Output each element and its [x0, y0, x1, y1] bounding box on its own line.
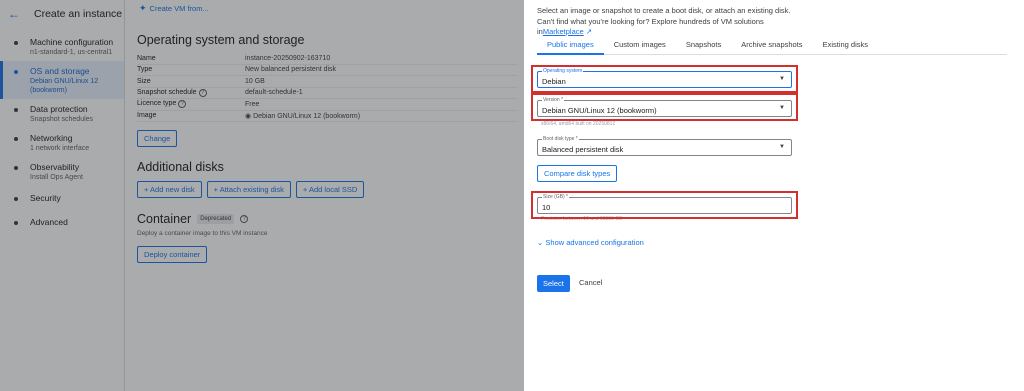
container-header: Container Deprecated ? [137, 212, 249, 226]
change-button[interactable]: Change [137, 130, 178, 147]
step-advanced[interactable]: Advanced [0, 210, 124, 234]
row-key: Type [137, 66, 153, 74]
sidebar-header: ← Create an instance [0, 0, 124, 28]
page-title: Create an instance [34, 8, 123, 20]
row-value: ◉ Debian GNU/Linux 12 (bookworm) [245, 112, 360, 120]
debian-logo-icon: ◉ [245, 112, 252, 120]
step-label: OS and storage [30, 66, 90, 76]
step-label: Data protection [30, 104, 88, 114]
image-tabs: Public images Custom images Snapshots Ar… [537, 37, 1007, 55]
table-row: Type New balanced persistent disk [137, 65, 517, 76]
create-vm-from-button[interactable]: ✦ Create VM from... [125, 0, 524, 16]
step-dot-icon [14, 166, 18, 170]
row-value: 10 GB [245, 77, 265, 85]
show-advanced-toggle[interactable]: ⌄ Show advanced configuration [537, 238, 644, 247]
dropdown-arrow-icon: ▼ [779, 144, 785, 150]
main-content: ✦ Create VM from... Operating system and… [125, 0, 524, 391]
container-description: Deploy a container image to this VM inst… [137, 230, 268, 237]
highlight-box [531, 93, 798, 121]
container-title: Container [137, 212, 192, 226]
additional-disks-title: Additional disks [137, 160, 224, 174]
step-dot-icon [14, 221, 18, 225]
row-key: Name [137, 54, 156, 62]
step-security[interactable]: Security [0, 186, 124, 210]
sparkle-plus-icon: ✦ [139, 2, 147, 13]
os-storage-table: Name instance-20250902-163710 Type New b… [137, 53, 517, 122]
boot-disk-type-select[interactable]: Boot disk type * Balanced persistent dis… [537, 136, 792, 156]
step-sub: n1-standard-1, us-central1 [30, 49, 113, 56]
step-dot-icon [14, 137, 18, 141]
row-key: Licence type ? [137, 100, 245, 109]
row-key: Image [137, 112, 157, 120]
step-machine-configuration[interactable]: Machine configuration n1-standard-1, us-… [0, 32, 124, 61]
deploy-container-button[interactable]: Deploy container [137, 246, 208, 263]
step-sub: (bookworm) [30, 87, 67, 94]
cancel-button[interactable]: Cancel [579, 278, 602, 287]
step-sub: 1 network interface [30, 145, 90, 152]
sidebar: ← Create an instance Machine configurati… [0, 0, 125, 391]
tab-archive-snapshots[interactable]: Archive snapshots [731, 37, 812, 55]
tab-snapshots[interactable]: Snapshots [676, 37, 731, 55]
deprecated-badge: Deprecated [197, 214, 235, 224]
row-value: Free [245, 100, 260, 108]
external-link-icon: ↗ [585, 27, 593, 36]
highlight-box [531, 191, 798, 219]
step-label: Networking [30, 133, 73, 143]
table-row: Snapshot schedule ? default-schedule-1 [137, 88, 517, 99]
image-value: Debian GNU/Linux 12 (bookworm) [253, 112, 361, 120]
boot-disk-panel: Select an image or snapshot to create a … [524, 0, 1024, 391]
step-dot-icon [14, 108, 18, 112]
step-dot-icon [14, 197, 18, 201]
create-vm-label: Create VM from... [149, 3, 209, 13]
step-label: Observability [30, 162, 80, 172]
help-icon[interactable]: ? [198, 88, 207, 97]
chevron-down-icon: ⌄ [537, 238, 544, 247]
select-button[interactable]: Select [537, 275, 570, 292]
advanced-label: Show advanced configuration [545, 238, 644, 247]
row-value: New balanced persistent disk [245, 66, 337, 74]
step-sub: Snapshot schedules [30, 116, 94, 123]
step-sub: Debian GNU/Linux 12 [30, 78, 99, 85]
os-storage-title: Operating system and storage [137, 33, 305, 47]
additional-disks-buttons: + Add new disk + Attach existing disk + … [137, 181, 365, 198]
tab-existing-disks[interactable]: Existing disks [813, 37, 878, 55]
step-label: Machine configuration [30, 37, 114, 47]
row-value: default-schedule-1 [245, 89, 303, 97]
table-row: Image ◉ Debian GNU/Linux 12 (bookworm) [137, 111, 517, 122]
field-value: Balanced persistent disk [542, 145, 624, 154]
table-row: Size 10 GB [137, 76, 517, 88]
row-key-text: Snapshot schedule [137, 88, 197, 96]
add-new-disk-button[interactable]: + Add new disk [137, 181, 202, 198]
os-storage-section: Operating system and storage Name instan… [137, 33, 517, 122]
compare-disk-types-button[interactable]: Compare disk types [537, 165, 618, 182]
step-data-protection[interactable]: Data protection Snapshot schedules [0, 99, 124, 128]
back-arrow-icon[interactable]: ← [8, 7, 20, 21]
tab-public-images[interactable]: Public images [537, 37, 604, 55]
add-local-ssd-button[interactable]: + Add local SSD [295, 181, 365, 198]
tab-custom-images[interactable]: Custom images [604, 37, 676, 55]
step-os-and-storage[interactable]: OS and storage Debian GNU/Linux 12 (book… [0, 61, 124, 99]
step-dot-icon [14, 41, 18, 45]
table-row: Licence type ? Free [137, 99, 517, 111]
field-label: Boot disk type * [542, 136, 579, 142]
highlight-box [531, 65, 798, 93]
panel-intro: Select an image or snapshot to create a … [537, 6, 797, 38]
step-dot-icon [14, 70, 18, 74]
step-networking[interactable]: Networking 1 network interface [0, 128, 124, 157]
step-observability[interactable]: Observability Install Ops Agent [0, 157, 124, 186]
help-icon[interactable]: ? [178, 100, 187, 109]
help-icon[interactable]: ? [240, 215, 249, 223]
step-sub: Install Ops Agent [30, 174, 83, 181]
row-key-text: Licence type [137, 100, 177, 108]
marketplace-link[interactable]: Marketplace [543, 27, 584, 36]
row-value: instance-20250902-163710 [245, 54, 331, 62]
attach-existing-disk-button[interactable]: + Attach existing disk [206, 181, 291, 198]
step-label: Advanced [30, 217, 68, 227]
step-label: Security [30, 193, 61, 203]
version-hint: x86/64, amd64 built on 20250812 [541, 121, 616, 127]
row-key: Snapshot schedule ? [137, 88, 245, 97]
table-row: Name instance-20250902-163710 [137, 53, 517, 65]
row-key: Size [137, 77, 151, 85]
